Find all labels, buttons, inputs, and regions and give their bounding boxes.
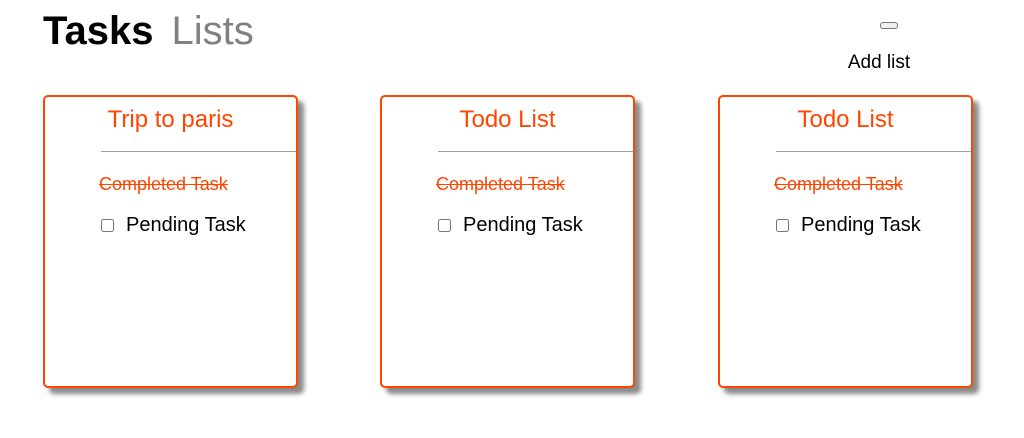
card-divider [101, 151, 296, 152]
pending-task-label: Pending Task [801, 214, 921, 236]
card-divider [438, 151, 633, 152]
page: Tasks Lists Add list Trip to paris Compl… [0, 0, 1024, 438]
add-list-button[interactable] [880, 22, 898, 29]
pending-task-checkbox[interactable] [438, 218, 451, 232]
add-list-control: Add list [846, 22, 912, 74]
tab-lists[interactable]: Lists [171, 8, 253, 54]
pending-task-row: Pending Task [774, 214, 921, 236]
pending-task-checkbox[interactable] [776, 218, 789, 232]
pending-task-label: Pending Task [126, 214, 246, 236]
list-card-title: Trip to paris [107, 106, 234, 133]
completed-task[interactable]: Completed Task [436, 174, 565, 194]
header-tabs: Tasks Lists [43, 8, 254, 54]
list-card-title: Todo List [797, 106, 894, 133]
list-card-trip-to-paris: Trip to paris Completed Task Pending Tas… [43, 95, 298, 388]
list-card-todo-list: Todo List Completed Task Pending Task [380, 95, 635, 388]
pending-task-checkbox[interactable] [101, 218, 114, 232]
completed-task[interactable]: Completed Task [99, 174, 228, 194]
completed-task[interactable]: Completed Task [774, 174, 903, 194]
pending-task-label: Pending Task [463, 214, 583, 236]
card-divider [776, 151, 971, 152]
list-card-todo-list: Todo List Completed Task Pending Task [718, 95, 973, 388]
tab-tasks[interactable]: Tasks [43, 8, 153, 54]
list-card-title: Todo List [459, 106, 556, 133]
pending-task-row: Pending Task [99, 214, 246, 236]
add-list-label: Add list [847, 52, 911, 73]
pending-task-row: Pending Task [436, 214, 583, 236]
